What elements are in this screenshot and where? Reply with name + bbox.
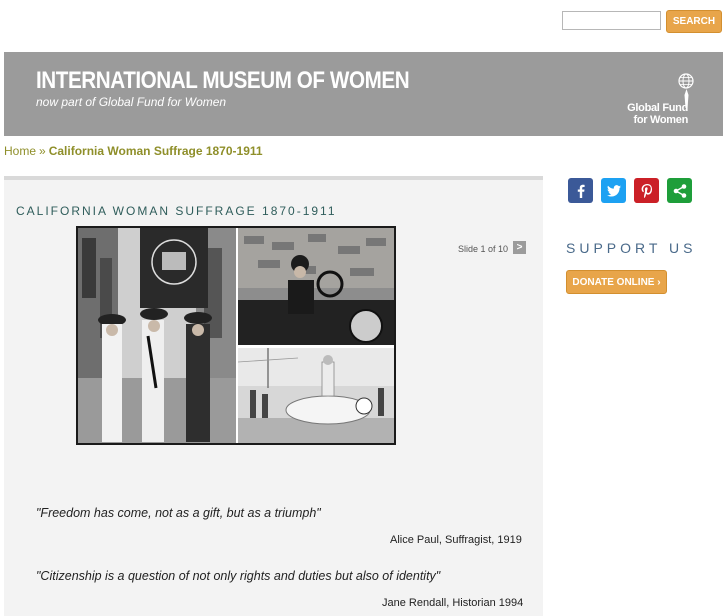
photo-suffragists-marching — [78, 228, 236, 443]
global-fund-logo-text: Global Fund for Women — [627, 102, 688, 126]
share-icon — [673, 183, 686, 198]
twitter-share-button[interactable] — [601, 178, 626, 203]
quote-attribution: Alice Paul, Suffragist, 1919 — [390, 534, 522, 546]
breadcrumb-separator: » — [39, 144, 46, 158]
main-content: CALIFORNIA WOMAN SUFFRAGE 1870-1911 Slid… — [4, 176, 543, 616]
pinterest-icon — [641, 183, 652, 198]
site-subtitle: now part of Global Fund for Women — [36, 95, 227, 109]
search-input[interactable] — [562, 11, 661, 30]
site-banner: INTERNATIONAL MUSEUM OF WOMEN now part o… — [4, 52, 723, 136]
quote-text: "Citizenship is a question of not only r… — [36, 569, 441, 583]
twitter-icon — [606, 184, 621, 197]
breadcrumb: Home» California Woman Suffrage 1870-1911 — [4, 144, 263, 158]
slide-next-button[interactable]: > — [513, 241, 526, 254]
quote-text: "Freedom has come, not as a gift, but as… — [36, 506, 321, 520]
photo-parade-float — [238, 348, 394, 443]
photo-woman-driving — [238, 228, 394, 345]
support-us-heading: SUPPORT US — [566, 240, 697, 256]
search-button[interactable]: SEARCH — [666, 10, 722, 33]
slideshow-image[interactable] — [76, 226, 396, 445]
slide-counter: Slide 1 of 10 — [458, 244, 509, 254]
share-button[interactable] — [667, 178, 692, 203]
page-title: CALIFORNIA WOMAN SUFFRAGE 1870-1911 — [16, 204, 337, 218]
facebook-icon — [577, 184, 585, 198]
quote-attribution: Jane Rendall, Historian 1994 — [382, 597, 524, 609]
breadcrumb-home-link[interactable]: Home — [4, 144, 36, 158]
site-title[interactable]: INTERNATIONAL MUSEUM OF WOMEN — [36, 67, 410, 95]
pinterest-share-button[interactable] — [634, 178, 659, 203]
breadcrumb-current[interactable]: California Woman Suffrage 1870-1911 — [49, 144, 263, 158]
donate-online-button[interactable]: DONATE ONLINE › — [566, 270, 667, 294]
facebook-share-button[interactable] — [568, 178, 593, 203]
global-fund-logo[interactable]: Global Fund for Women — [614, 72, 704, 128]
globe-icon — [678, 73, 694, 89]
